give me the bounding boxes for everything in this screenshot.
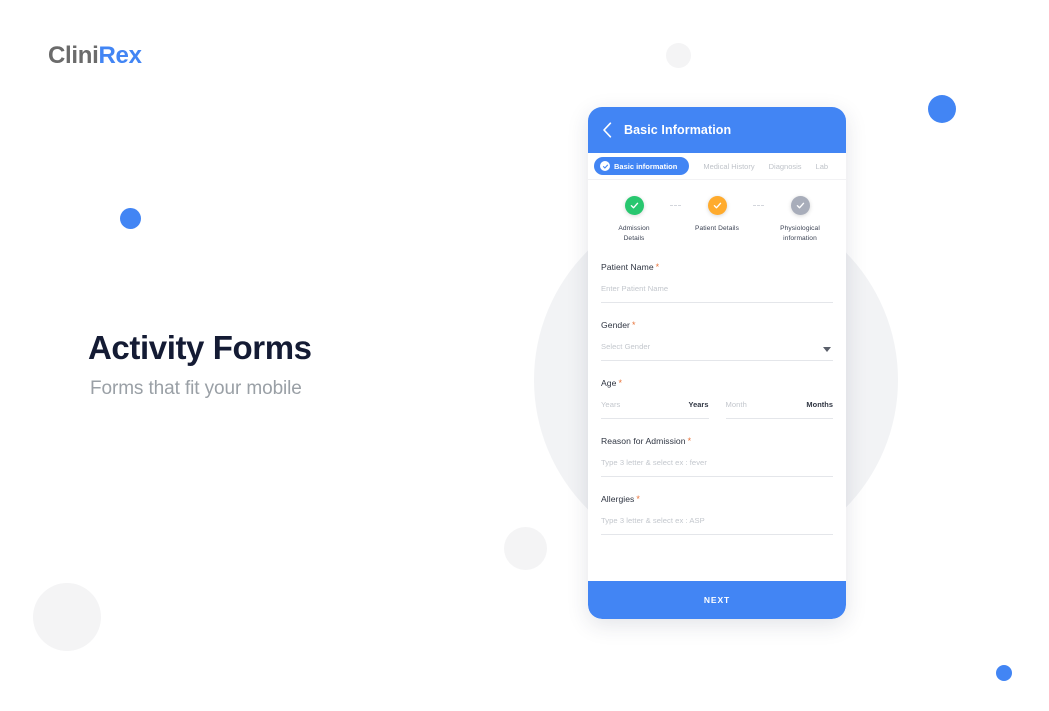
stepper-step-physiological-information[interactable]: Physiological information bbox=[764, 196, 836, 244]
input-placeholder: Select Gender bbox=[601, 342, 651, 352]
check-circle-icon bbox=[600, 161, 610, 171]
input-placeholder: Years bbox=[601, 400, 621, 410]
field-label-text: Reason for Admission bbox=[601, 436, 686, 447]
field-label: Patient Name * bbox=[601, 262, 833, 272]
stepper-connector-1 bbox=[670, 205, 681, 207]
next-button[interactable]: NEXT bbox=[588, 581, 846, 619]
field-allergies: Allergies * Type 3 letter & select ex : A… bbox=[601, 494, 833, 536]
gender-select[interactable]: Select Gender bbox=[601, 342, 833, 362]
input-placeholder: Type 3 letter & select ex : ASP bbox=[601, 516, 705, 526]
age-months-group: Month Months bbox=[725, 400, 833, 420]
input-placeholder: Type 3 letter & select ex : fever bbox=[601, 458, 707, 468]
age-years-unit: Years bbox=[688, 400, 709, 410]
required-marker: * bbox=[687, 436, 692, 447]
field-age: Age * Years Years Month Months bbox=[601, 378, 833, 420]
field-label: Reason for Admission * bbox=[601, 436, 833, 446]
age-months-input[interactable]: Month Months bbox=[725, 400, 833, 420]
background-circle-gray-top bbox=[666, 43, 691, 68]
age-months-unit: Months bbox=[806, 400, 833, 410]
background-circle-gray-middle bbox=[504, 527, 547, 570]
field-label-text: Gender bbox=[601, 320, 630, 331]
field-label: Age * bbox=[601, 378, 833, 388]
tab-bar: Basic information Medical History Diagno… bbox=[588, 153, 846, 180]
field-label-text: Age bbox=[601, 378, 617, 389]
age-years-input[interactable]: Years Years bbox=[601, 400, 709, 420]
app-header: Basic Information bbox=[588, 107, 846, 153]
tab-diagnosis[interactable]: Diagnosis bbox=[769, 162, 802, 171]
hero-section: Activity Forms Forms that fit your mobil… bbox=[88, 328, 312, 400]
stepper-step-patient-details[interactable]: Patient Details bbox=[681, 196, 753, 234]
stepper-step-admission-details[interactable]: Admission Details bbox=[598, 196, 670, 244]
chevron-left-icon[interactable] bbox=[602, 122, 612, 138]
field-label-text: Allergies bbox=[601, 494, 635, 505]
patient-name-input[interactable]: Enter Patient Name bbox=[601, 284, 833, 304]
background-dot-blue-bottom-right bbox=[996, 665, 1012, 681]
background-dot-blue-left bbox=[120, 208, 141, 229]
basic-information-form: Patient Name * Enter Patient Name Gender *… bbox=[588, 254, 846, 581]
brand-logo-primary: Clini bbox=[48, 42, 99, 69]
field-label: Allergies * bbox=[601, 494, 833, 504]
tab-label: Basic information bbox=[614, 161, 678, 171]
field-patient-name: Patient Name * Enter Patient Name bbox=[601, 262, 833, 304]
stepper-label: Admission Details bbox=[618, 225, 650, 243]
background-circle-gray-bottom-left bbox=[33, 583, 101, 651]
tab-medical-history[interactable]: Medical History bbox=[703, 162, 754, 171]
required-marker: * bbox=[631, 320, 636, 331]
stepper-label: Patient Details bbox=[694, 225, 739, 232]
caret-down-icon[interactable] bbox=[823, 347, 831, 353]
age-years-group: Years Years bbox=[601, 400, 709, 420]
reason-for-admission-input[interactable]: Type 3 letter & select ex : fever bbox=[601, 458, 833, 478]
background-dot-blue-top-right bbox=[928, 95, 956, 123]
progress-stepper: Admission Details Patient Details Physio… bbox=[588, 180, 846, 254]
brand-logo[interactable]: CliniRex bbox=[48, 42, 142, 70]
input-placeholder: Month bbox=[725, 400, 747, 410]
step-check-icon-current bbox=[707, 196, 727, 215]
field-label-text: Patient Name bbox=[601, 262, 654, 273]
field-gender: Gender * Select Gender bbox=[601, 320, 833, 362]
allergies-input[interactable]: Type 3 letter & select ex : ASP bbox=[601, 516, 833, 536]
phone-mockup: Basic Information Basic information Medi… bbox=[588, 107, 846, 619]
field-label: Gender * bbox=[601, 320, 833, 330]
stepper-connector-2 bbox=[753, 205, 764, 207]
tab-basic-information[interactable]: Basic information bbox=[594, 157, 690, 175]
input-placeholder: Enter Patient Name bbox=[601, 284, 669, 294]
brand-logo-accent: Rex bbox=[98, 42, 142, 69]
page-title: Activity Forms bbox=[88, 329, 312, 366]
required-marker: * bbox=[636, 494, 640, 505]
tab-lab[interactable]: Lab bbox=[816, 162, 829, 171]
page-subtitle: Forms that fit your mobile bbox=[90, 377, 302, 399]
stepper-label: Physiological information bbox=[780, 225, 820, 243]
required-marker: * bbox=[618, 378, 623, 389]
step-check-icon-complete bbox=[624, 196, 644, 215]
field-reason-for-admission: Reason for Admission * Type 3 letter & se… bbox=[601, 436, 833, 478]
app-header-title: Basic Information bbox=[624, 123, 732, 137]
required-marker: * bbox=[655, 262, 660, 273]
step-check-icon-pending bbox=[790, 196, 810, 215]
